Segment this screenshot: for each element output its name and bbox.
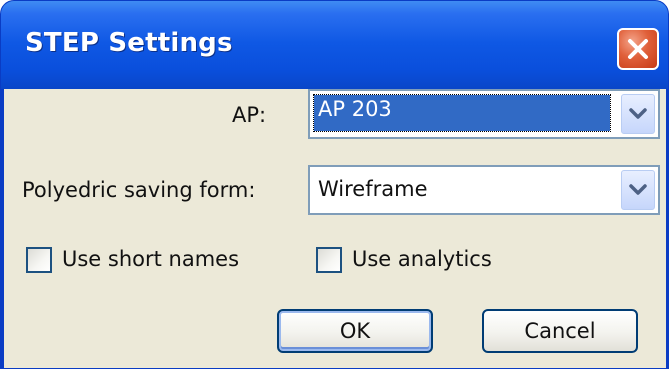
ap-label: AP:: [232, 103, 267, 127]
polyedric-combobox[interactable]: Wireframe: [308, 165, 660, 215]
polyedric-dropdown-button[interactable]: [621, 170, 655, 210]
ok-button[interactable]: OK: [277, 309, 433, 353]
close-button[interactable]: [617, 28, 659, 70]
polyedric-label: Polyedric saving form:: [22, 178, 256, 202]
title-bar[interactable]: STEP Settings: [1, 1, 668, 89]
use-short-names-label[interactable]: Use short names: [62, 247, 239, 271]
ap-dropdown-button[interactable]: [621, 94, 655, 134]
use-analytics-label[interactable]: Use analytics: [352, 247, 492, 271]
ap-combobox[interactable]: AP 203: [308, 89, 660, 139]
chevron-down-icon: [629, 108, 647, 119]
chevron-down-icon: [629, 184, 647, 195]
use-short-names-checkbox[interactable]: [26, 247, 52, 273]
dialog-title: STEP Settings: [25, 28, 233, 58]
dialog-client-area: AP: AP 203 Polyedric saving form: Wirefr…: [4, 89, 666, 368]
use-analytics-checkbox[interactable]: [316, 247, 342, 273]
polyedric-value-text: Wireframe: [318, 177, 428, 201]
ap-value-text: AP 203: [318, 97, 392, 121]
cancel-button[interactable]: Cancel: [482, 309, 638, 353]
step-settings-dialog: STEP Settings AP: AP 203 Polyedric savin…: [0, 0, 669, 369]
close-icon: [628, 39, 648, 59]
ap-selected-value: AP 203: [313, 94, 611, 132]
